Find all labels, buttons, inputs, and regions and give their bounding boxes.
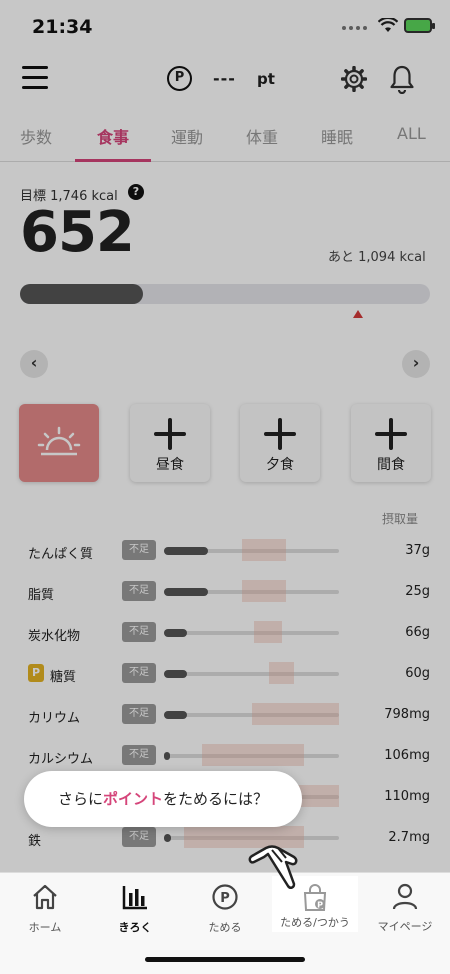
svg-text:P: P [317, 901, 323, 910]
home-icon [33, 884, 57, 910]
svg-text:P: P [220, 891, 230, 906]
shopping-bag-icon: P [303, 884, 327, 911]
dim-overlay [0, 0, 450, 974]
home-indicator [145, 957, 305, 962]
nav-records[interactable]: きろく [90, 883, 180, 935]
points-tooltip[interactable]: さらにポイントをためるには？ [24, 771, 302, 827]
nav-label: きろく [118, 921, 152, 934]
pointing-hand-icon [248, 845, 298, 889]
point-circle-icon: P [212, 884, 238, 910]
nav-mypage[interactable]: マイページ [360, 882, 450, 934]
tooltip-highlight: ポイント [102, 790, 163, 808]
nav-label: ためる [208, 921, 242, 934]
tooltip-text: さらに [57, 790, 103, 808]
user-icon [392, 883, 418, 910]
bar-chart-icon [122, 886, 147, 910]
nav-home[interactable]: ホーム [0, 883, 90, 935]
nav-label: ホーム [28, 921, 62, 934]
nav-label: マイページ [377, 920, 433, 933]
tooltip-text: をためるには？ [163, 790, 269, 808]
nav-label: ためる/つかう [280, 916, 350, 929]
